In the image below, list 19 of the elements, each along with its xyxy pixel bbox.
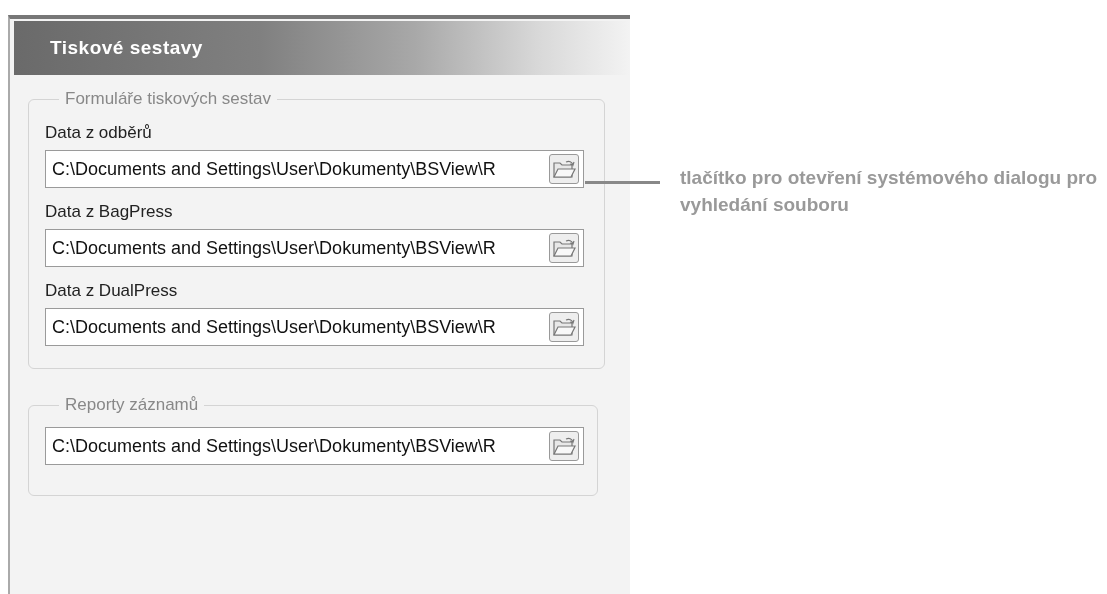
path-field[interactable]: C:\Documents and Settings\User\Dokumenty\BSView\R: [45, 427, 584, 465]
browse-button[interactable]: [549, 233, 579, 263]
group-legend: Formuláře tiskových sestav: [59, 89, 277, 109]
callout-text: tlačítko pro otevření systémového dialogu pro vyhledání souboru: [680, 166, 1099, 217]
folder-icon: [552, 316, 576, 338]
panel-title: Tiskové sestavy: [50, 37, 203, 59]
folder-icon: [552, 435, 576, 457]
folder-icon: [552, 237, 576, 259]
browse-button[interactable]: [549, 431, 579, 461]
field-label: Data z DualPress: [45, 281, 179, 301]
field-label: Data z BagPress: [45, 202, 174, 222]
group-legend: Reporty záznamů: [59, 395, 205, 415]
field-label: Data z odběrů: [45, 123, 153, 143]
path-field[interactable]: C:\Documents and Settings\User\Dokumenty\BSView\R: [45, 150, 584, 188]
browse-button[interactable]: [549, 312, 579, 342]
path-field[interactable]: C:\Documents and Settings\User\Dokumenty\BSView\R: [45, 229, 584, 267]
path-field[interactable]: C:\Documents and Settings\User\Dokumenty\BSView\R: [45, 308, 584, 346]
folder-icon: [552, 158, 576, 180]
browse-button[interactable]: [549, 154, 579, 184]
